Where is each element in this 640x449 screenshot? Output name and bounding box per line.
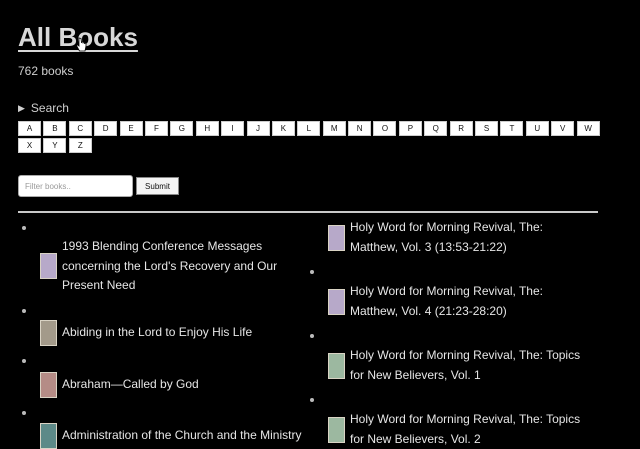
list-bullet xyxy=(22,359,26,363)
search-toggle[interactable]: ▶ Search xyxy=(18,101,69,115)
letter-button-d[interactable]: D xyxy=(94,121,118,136)
letter-button-v[interactable]: V xyxy=(551,121,575,136)
letter-button-w[interactable]: W xyxy=(576,121,600,136)
book-item[interactable]: Abiding in the Lord to Enjoy His Life xyxy=(40,320,302,346)
book-cover xyxy=(328,352,345,379)
letter-button-s[interactable]: S xyxy=(475,121,499,136)
list-bullet xyxy=(310,270,314,274)
book-title: Holy Word for Morning Revival, The: Topi… xyxy=(350,412,581,446)
hand-pointer-icon xyxy=(75,37,87,52)
list-bullet xyxy=(310,398,314,402)
book-title: Abraham—Called by God xyxy=(62,377,199,392)
letter-button-p[interactable]: P xyxy=(398,121,422,136)
book-count: 762 books xyxy=(18,64,74,78)
book-title: Abiding in the Lord to Enjoy His Life xyxy=(62,325,253,340)
book-item[interactable]: Administration of the Church and the Min… xyxy=(40,423,322,449)
letter-button-a[interactable]: A xyxy=(18,121,41,136)
book-cover xyxy=(328,416,345,443)
book-title: Holy Word for Morning Revival, The: Topi… xyxy=(350,348,581,382)
letter-index: ABCDEFGHIJKLMNOPQRSTUVW XYZ xyxy=(18,121,608,153)
divider xyxy=(18,211,598,213)
letter-button-i[interactable]: I xyxy=(221,121,245,136)
letter-button-c[interactable]: C xyxy=(68,121,92,136)
letter-button-u[interactable]: U xyxy=(525,121,549,136)
letter-button-t[interactable]: T xyxy=(500,121,524,136)
book-item[interactable]: Holy Word for Morning Revival, The: Topi… xyxy=(328,346,590,385)
letter-button-n[interactable]: N xyxy=(348,121,372,136)
letter-button-y[interactable]: Y xyxy=(43,138,67,153)
submit-button[interactable]: Submit xyxy=(136,177,179,195)
book-cover xyxy=(328,288,345,315)
letter-button-g[interactable]: G xyxy=(170,121,194,136)
letter-button-e[interactable]: E xyxy=(119,121,143,136)
book-cover xyxy=(328,224,345,251)
letter-button-r[interactable]: R xyxy=(449,121,473,136)
list-bullet xyxy=(22,411,26,415)
letter-button-z[interactable]: Z xyxy=(68,138,92,153)
letter-button-j[interactable]: J xyxy=(246,121,270,136)
book-item[interactable]: Holy Word for Morning Revival, The: Topi… xyxy=(328,410,590,449)
list-bullet xyxy=(22,226,26,230)
book-title: 1993 Blending Conference Messages concer… xyxy=(62,239,278,292)
book-cover xyxy=(40,423,57,449)
book-item[interactable]: Abraham—Called by God xyxy=(40,372,302,398)
book-title: Administration of the Church and the Min… xyxy=(62,428,302,443)
letter-button-o[interactable]: O xyxy=(373,121,397,136)
book-cover xyxy=(40,320,57,346)
letter-button-m[interactable]: M xyxy=(322,121,346,136)
letter-button-b[interactable]: B xyxy=(43,121,67,136)
book-item[interactable]: Holy Word for Morning Revival, The: Matt… xyxy=(328,282,590,321)
filter-input[interactable] xyxy=(18,175,133,197)
book-title: Holy Word for Morning Revival, The: Matt… xyxy=(350,284,543,318)
book-item[interactable]: Holy Word for Morning Revival, The: Matt… xyxy=(328,218,590,257)
letter-button-k[interactable]: K xyxy=(271,121,295,136)
list-bullet xyxy=(310,334,314,338)
book-item[interactable]: 1993 Blending Conference Messages concer… xyxy=(40,237,302,296)
search-toggle-label: Search xyxy=(30,101,69,115)
letter-button-f[interactable]: F xyxy=(144,121,168,136)
book-cover xyxy=(40,253,57,280)
letter-button-h[interactable]: H xyxy=(195,121,219,136)
letter-button-x[interactable]: X xyxy=(18,138,41,153)
book-title: Holy Word for Morning Revival, The: Matt… xyxy=(350,220,543,254)
list-bullet xyxy=(22,309,26,313)
triangle-right-icon: ▶ xyxy=(18,102,25,113)
letter-button-l[interactable]: L xyxy=(297,121,321,136)
book-cover xyxy=(40,372,57,398)
letter-button-q[interactable]: Q xyxy=(424,121,448,136)
